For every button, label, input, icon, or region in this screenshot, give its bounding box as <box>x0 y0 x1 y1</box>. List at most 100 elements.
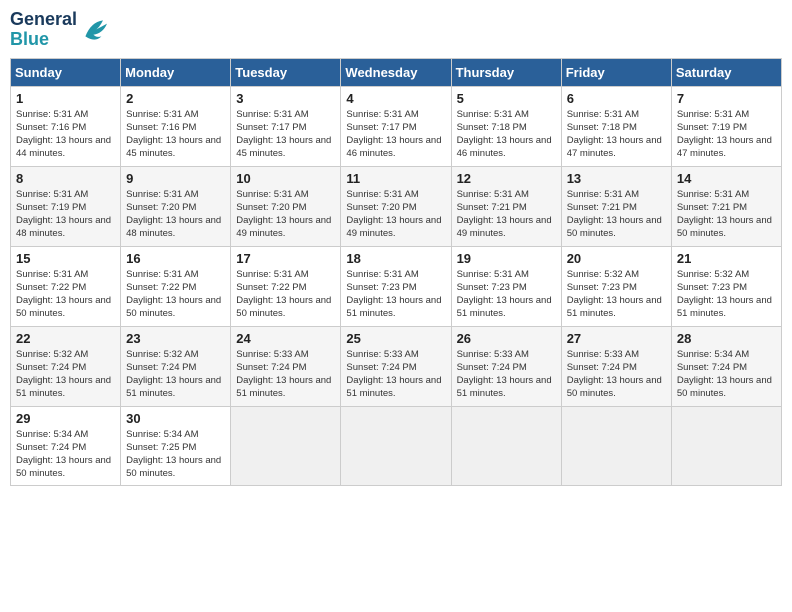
day-number: 10 <box>236 171 335 186</box>
day-info: Sunrise: 5:31 AM Sunset: 7:20 PM Dayligh… <box>126 188 225 241</box>
day-number: 14 <box>677 171 776 186</box>
calendar-cell: 26 Sunrise: 5:33 AM Sunset: 7:24 PM Dayl… <box>451 326 561 406</box>
calendar-cell: 28 Sunrise: 5:34 AM Sunset: 7:24 PM Dayl… <box>671 326 781 406</box>
sunset-label: Sunset: 7:18 PM <box>457 122 527 133</box>
sunset-label: Sunset: 7:20 PM <box>236 202 306 213</box>
day-info: Sunrise: 5:34 AM Sunset: 7:24 PM Dayligh… <box>677 348 776 401</box>
day-number: 21 <box>677 251 776 266</box>
calendar-cell: 25 Sunrise: 5:33 AM Sunset: 7:24 PM Dayl… <box>341 326 451 406</box>
daylight-label: Daylight: 13 hours and 50 minutes. <box>567 215 662 239</box>
day-info: Sunrise: 5:32 AM Sunset: 7:24 PM Dayligh… <box>16 348 115 401</box>
calendar-cell <box>561 406 671 485</box>
sunset-label: Sunset: 7:21 PM <box>677 202 747 213</box>
calendar-cell: 30 Sunrise: 5:34 AM Sunset: 7:25 PM Dayl… <box>121 406 231 485</box>
sunset-label: Sunset: 7:18 PM <box>567 122 637 133</box>
sunrise-label: Sunrise: 5:33 AM <box>236 349 308 360</box>
sunset-label: Sunset: 7:24 PM <box>16 442 86 453</box>
day-number: 15 <box>16 251 115 266</box>
sunset-label: Sunset: 7:19 PM <box>16 202 86 213</box>
sunrise-label: Sunrise: 5:31 AM <box>16 269 88 280</box>
calendar-cell: 20 Sunrise: 5:32 AM Sunset: 7:23 PM Dayl… <box>561 246 671 326</box>
sunrise-label: Sunrise: 5:31 AM <box>126 269 198 280</box>
calendar-week-row: 22 Sunrise: 5:32 AM Sunset: 7:24 PM Dayl… <box>11 326 782 406</box>
calendar-cell <box>231 406 341 485</box>
calendar-cell: 4 Sunrise: 5:31 AM Sunset: 7:17 PM Dayli… <box>341 86 451 166</box>
day-number: 30 <box>126 411 225 426</box>
sunset-label: Sunset: 7:24 PM <box>567 362 637 373</box>
daylight-label: Daylight: 13 hours and 51 minutes. <box>567 295 662 319</box>
sunset-label: Sunset: 7:22 PM <box>126 282 196 293</box>
sunset-label: Sunset: 7:17 PM <box>236 122 306 133</box>
day-info: Sunrise: 5:31 AM Sunset: 7:18 PM Dayligh… <box>567 108 666 161</box>
sunrise-label: Sunrise: 5:32 AM <box>16 349 88 360</box>
sunset-label: Sunset: 7:24 PM <box>236 362 306 373</box>
sunrise-label: Sunrise: 5:31 AM <box>567 109 639 120</box>
daylight-label: Daylight: 13 hours and 50 minutes. <box>16 455 111 479</box>
calendar-cell: 15 Sunrise: 5:31 AM Sunset: 7:22 PM Dayl… <box>11 246 121 326</box>
sunset-label: Sunset: 7:22 PM <box>236 282 306 293</box>
sunset-label: Sunset: 7:17 PM <box>346 122 416 133</box>
day-number: 8 <box>16 171 115 186</box>
column-header-wednesday: Wednesday <box>341 58 451 86</box>
sunrise-label: Sunrise: 5:31 AM <box>236 269 308 280</box>
calendar-cell: 19 Sunrise: 5:31 AM Sunset: 7:23 PM Dayl… <box>451 246 561 326</box>
calendar-cell: 3 Sunrise: 5:31 AM Sunset: 7:17 PM Dayli… <box>231 86 341 166</box>
sunset-label: Sunset: 7:24 PM <box>346 362 416 373</box>
daylight-label: Daylight: 13 hours and 50 minutes. <box>677 375 772 399</box>
column-header-tuesday: Tuesday <box>231 58 341 86</box>
day-number: 2 <box>126 91 225 106</box>
day-number: 27 <box>567 331 666 346</box>
daylight-label: Daylight: 13 hours and 45 minutes. <box>236 135 331 159</box>
column-header-thursday: Thursday <box>451 58 561 86</box>
logo-text: GeneralBlue <box>10 10 77 50</box>
calendar-cell: 24 Sunrise: 5:33 AM Sunset: 7:24 PM Dayl… <box>231 326 341 406</box>
sunset-label: Sunset: 7:23 PM <box>567 282 637 293</box>
calendar-cell: 2 Sunrise: 5:31 AM Sunset: 7:16 PM Dayli… <box>121 86 231 166</box>
calendar-week-row: 8 Sunrise: 5:31 AM Sunset: 7:19 PM Dayli… <box>11 166 782 246</box>
day-number: 26 <box>457 331 556 346</box>
day-info: Sunrise: 5:31 AM Sunset: 7:19 PM Dayligh… <box>677 108 776 161</box>
calendar-cell: 8 Sunrise: 5:31 AM Sunset: 7:19 PM Dayli… <box>11 166 121 246</box>
sunset-label: Sunset: 7:16 PM <box>126 122 196 133</box>
calendar-cell: 1 Sunrise: 5:31 AM Sunset: 7:16 PM Dayli… <box>11 86 121 166</box>
day-number: 23 <box>126 331 225 346</box>
day-number: 22 <box>16 331 115 346</box>
day-number: 4 <box>346 91 445 106</box>
day-info: Sunrise: 5:31 AM Sunset: 7:18 PM Dayligh… <box>457 108 556 161</box>
sunrise-label: Sunrise: 5:31 AM <box>346 109 418 120</box>
daylight-label: Daylight: 13 hours and 49 minutes. <box>457 215 552 239</box>
day-number: 12 <box>457 171 556 186</box>
sunset-label: Sunset: 7:20 PM <box>126 202 196 213</box>
calendar-cell: 17 Sunrise: 5:31 AM Sunset: 7:22 PM Dayl… <box>231 246 341 326</box>
page-header: GeneralBlue <box>10 10 782 50</box>
day-info: Sunrise: 5:33 AM Sunset: 7:24 PM Dayligh… <box>236 348 335 401</box>
calendar-week-row: 29 Sunrise: 5:34 AM Sunset: 7:24 PM Dayl… <box>11 406 782 485</box>
day-number: 1 <box>16 91 115 106</box>
sunset-label: Sunset: 7:24 PM <box>457 362 527 373</box>
day-info: Sunrise: 5:31 AM Sunset: 7:20 PM Dayligh… <box>236 188 335 241</box>
daylight-label: Daylight: 13 hours and 48 minutes. <box>126 215 221 239</box>
day-info: Sunrise: 5:31 AM Sunset: 7:22 PM Dayligh… <box>126 268 225 321</box>
calendar-cell: 16 Sunrise: 5:31 AM Sunset: 7:22 PM Dayl… <box>121 246 231 326</box>
daylight-label: Daylight: 13 hours and 50 minutes. <box>126 295 221 319</box>
daylight-label: Daylight: 13 hours and 50 minutes. <box>677 215 772 239</box>
calendar-week-row: 1 Sunrise: 5:31 AM Sunset: 7:16 PM Dayli… <box>11 86 782 166</box>
sunset-label: Sunset: 7:24 PM <box>16 362 86 373</box>
day-info: Sunrise: 5:31 AM Sunset: 7:19 PM Dayligh… <box>16 188 115 241</box>
day-number: 9 <box>126 171 225 186</box>
calendar-cell: 29 Sunrise: 5:34 AM Sunset: 7:24 PM Dayl… <box>11 406 121 485</box>
calendar-cell: 13 Sunrise: 5:31 AM Sunset: 7:21 PM Dayl… <box>561 166 671 246</box>
logo-icon <box>79 14 111 46</box>
day-info: Sunrise: 5:32 AM Sunset: 7:23 PM Dayligh… <box>677 268 776 321</box>
day-number: 6 <box>567 91 666 106</box>
daylight-label: Daylight: 13 hours and 46 minutes. <box>346 135 441 159</box>
calendar-header-row: SundayMondayTuesdayWednesdayThursdayFrid… <box>11 58 782 86</box>
day-info: Sunrise: 5:31 AM Sunset: 7:22 PM Dayligh… <box>16 268 115 321</box>
calendar-cell: 22 Sunrise: 5:32 AM Sunset: 7:24 PM Dayl… <box>11 326 121 406</box>
sunrise-label: Sunrise: 5:31 AM <box>457 109 529 120</box>
daylight-label: Daylight: 13 hours and 46 minutes. <box>457 135 552 159</box>
sunset-label: Sunset: 7:21 PM <box>567 202 637 213</box>
daylight-label: Daylight: 13 hours and 51 minutes. <box>346 375 441 399</box>
column-header-friday: Friday <box>561 58 671 86</box>
sunrise-label: Sunrise: 5:31 AM <box>457 189 529 200</box>
